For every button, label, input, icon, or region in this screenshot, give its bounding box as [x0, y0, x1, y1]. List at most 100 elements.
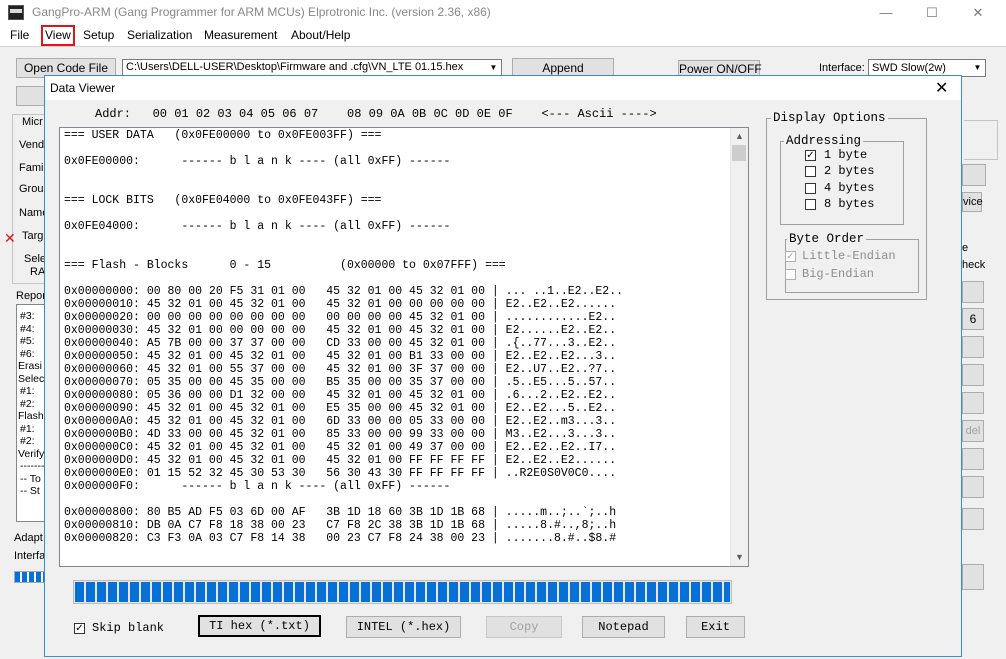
hex-line: 0x00000090: 45 32 01 00 45 32 01 00 E5 3…	[64, 402, 617, 415]
option-label: 2 bytes	[824, 164, 875, 178]
hex-line: 0x00000080: 05 36 00 00 D1 32 00 00 45 3…	[64, 389, 617, 402]
menu-measurement[interactable]: Measurement	[202, 27, 279, 44]
byte-order-title: Byte Order	[787, 232, 867, 246]
right-button-9[interactable]	[962, 476, 984, 498]
right-button-1[interactable]	[962, 164, 986, 186]
right-button-2[interactable]	[962, 281, 984, 303]
scroll-down-icon[interactable]: ▼	[731, 549, 748, 566]
main-progress-bar	[14, 571, 46, 583]
checkbox-8-bytes[interactable]	[805, 199, 816, 210]
hex-line: 0x000000C0: 45 32 01 00 45 32 01 00 45 3…	[64, 441, 617, 454]
right-button-10[interactable]	[962, 508, 984, 530]
hex-line: 0x00000000: 00 80 00 20 F5 31 01 00 45 3…	[64, 285, 623, 298]
hex-line: 0x00000800: 80 B5 AD F5 03 6D 00 AF 3B 1…	[64, 506, 617, 519]
checkbox-skip-blank[interactable]: ✓	[74, 623, 85, 634]
hex-line: 0x000000D0: 45 32 01 00 45 32 01 00 45 3…	[64, 454, 617, 467]
hex-line	[64, 233, 623, 246]
skip-blank-label: Skip blank	[92, 621, 165, 635]
hex-line	[64, 493, 623, 506]
hex-line: 0x00000040: A5 7B 00 00 37 37 00 00 CD 3…	[64, 337, 617, 350]
right-group	[964, 120, 998, 160]
menu-serialization[interactable]: Serialization	[125, 27, 194, 44]
right-label-e: e	[962, 242, 969, 254]
display-options-title: Display Options	[771, 111, 888, 125]
data-viewer-dialog: Data Viewer ✕ Addr: 00 01 02 03 04 05 06…	[44, 75, 962, 657]
copy-button[interactable]: Copy	[486, 616, 562, 638]
right-button-7[interactable]: del	[962, 420, 984, 442]
ti-hex-button[interactable]: TI hex (*.txt)	[198, 615, 321, 637]
hex-line: 0x000000E0: 01 15 52 32 45 30 53 30 56 3…	[64, 467, 617, 480]
hex-line: 0x00000070: 05 35 00 00 45 35 00 00 B5 3…	[64, 376, 617, 389]
minimize-icon[interactable]: —	[876, 4, 896, 22]
right-button-6[interactable]	[962, 392, 984, 414]
interface-value: SWD Slow(2w)	[872, 62, 946, 74]
vertical-scrollbar[interactable]: ▲ ▼	[730, 128, 748, 566]
hex-line: === USER DATA (0x0FE00000 to 0x0FE003FF)…	[64, 129, 382, 142]
notepad-button[interactable]: Notepad	[582, 616, 665, 638]
option-label: 1 byte	[824, 148, 868, 162]
hex-line	[64, 246, 623, 259]
menu-file[interactable]: File	[8, 27, 31, 44]
interface-label: Interface:	[819, 62, 865, 74]
select-device-button[interactable]: vice	[962, 192, 983, 212]
right-button-11[interactable]	[962, 564, 984, 590]
report-label: Repor	[16, 290, 46, 302]
hex-line	[64, 272, 623, 285]
checkbox-4-bytes[interactable]	[805, 183, 816, 194]
report-lines: #3: #4: #5: #6: Erasi Selec #1: #2: Flash #1: #2…	[18, 310, 45, 497]
option-label: 8 bytes	[824, 197, 875, 211]
interface-status-label: Interfa	[14, 550, 46, 562]
right-button-8[interactable]	[962, 448, 984, 470]
mcu-label: Micr	[22, 116, 43, 128]
target-label: Targ	[22, 230, 44, 242]
hex-line: 0x0FE04000: ------ b l a n k ---- (all 0…	[64, 220, 451, 233]
code-file-combo[interactable]: C:\Users\DELL-USER\Desktop\Firmware and …	[122, 59, 502, 76]
menu-view[interactable]: View	[41, 25, 75, 46]
chevron-down-icon[interactable]: ▼	[486, 60, 501, 75]
checkbox-big-endian[interactable]	[785, 269, 796, 280]
hex-line	[64, 168, 623, 181]
close-icon[interactable]: ✕	[968, 4, 988, 22]
checkbox-1-byte[interactable]: ✓	[805, 150, 816, 161]
progress-fill	[75, 582, 730, 602]
scroll-up-icon[interactable]: ▲	[731, 128, 748, 145]
option-label: Big-Endian	[802, 267, 875, 281]
vendor-label: Vend	[19, 139, 45, 151]
hex-line	[64, 142, 623, 155]
hex-line: 0x00000060: 45 32 01 00 55 37 00 00 45 3…	[64, 363, 617, 376]
intel-hex-button[interactable]: INTEL (*.hex)	[346, 616, 461, 638]
adapter-label: Adapt	[14, 532, 43, 544]
menu-bar: File View Setup Serialization Measuremen…	[0, 25, 1006, 46]
hex-line: 0x00000020: 00 00 00 00 00 00 00 00 00 0…	[64, 311, 617, 324]
hex-dump-lines: === USER DATA (0x0FE00000 to 0x0FE003FF)…	[64, 129, 623, 545]
checkbox-little-endian[interactable]: ✓	[785, 251, 796, 262]
right-button-4[interactable]	[962, 336, 984, 358]
menu-setup[interactable]: Setup	[81, 27, 116, 44]
chevron-down-icon[interactable]: ▼	[970, 60, 985, 76]
code-file-path: C:\Users\DELL-USER\Desktop\Firmware and …	[126, 61, 464, 73]
partial-button[interactable]	[16, 86, 46, 106]
ram-label: RA	[30, 266, 46, 278]
hex-line: 0x00000030: 45 32 01 00 00 00 00 00 45 3…	[64, 324, 617, 337]
hex-dump-view[interactable]: === USER DATA (0x0FE00000 to 0x0FE003FF)…	[59, 127, 749, 567]
hex-line: 0x000000F0: ------ b l a n k ---- (all 0…	[64, 480, 451, 493]
menu-about-help[interactable]: About/Help	[289, 27, 352, 44]
addressing-title: Addressing	[784, 134, 864, 148]
checkbox-2-bytes[interactable]	[805, 166, 816, 177]
hex-line	[64, 181, 623, 194]
hex-line: === Flash - Blocks 0 - 15 (0x00000 to 0x…	[64, 259, 506, 272]
scroll-thumb[interactable]	[732, 145, 746, 161]
hex-line	[64, 207, 623, 220]
exit-button[interactable]: Exit	[686, 616, 745, 638]
maximize-icon[interactable]: ☐	[922, 4, 942, 22]
right-button-5[interactable]	[962, 364, 984, 386]
hex-line: === LOCK BITS (0x0FE04000 to 0x0FE043FF)…	[64, 194, 382, 207]
close-icon[interactable]: ✕	[935, 78, 948, 98]
hex-line: 0x000000A0: 45 32 01 00 45 32 01 00 6D 3…	[64, 415, 617, 428]
hex-line: 0x0FE00000: ------ b l a n k ---- (all 0…	[64, 155, 451, 168]
app-title: GangPro-ARM (Gang Programmer for ARM MCU…	[32, 5, 491, 19]
hex-line: 0x00000010: 45 32 01 00 45 32 01 00 45 3…	[64, 298, 617, 311]
column-header: Addr: 00 01 02 03 04 05 06 07 08 09 0A 0…	[95, 107, 657, 121]
hex-line: 0x00000810: DB 0A C7 F8 18 38 00 23 C7 F…	[64, 519, 617, 532]
right-button-3[interactable]: 6	[962, 308, 984, 330]
